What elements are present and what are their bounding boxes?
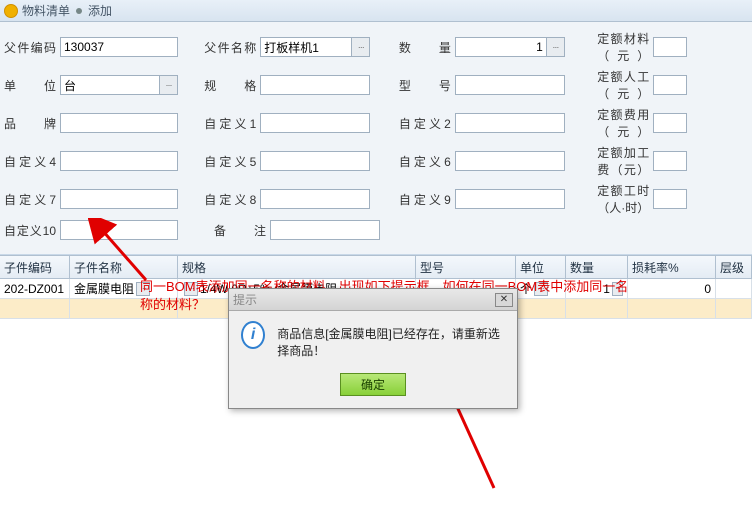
form-area: 父件编码 父件名称 ··· 数 量 ··· 定额材料（元） 单 位 ··· 规 格 型… xyxy=(0,22,752,255)
lbl-c10: 自定义10 xyxy=(4,222,60,239)
info-icon: i xyxy=(241,321,265,349)
app-icon xyxy=(4,4,18,18)
dialog-message: 商品信息[金属膜电阻]已经存在，请重新选择商品！ xyxy=(277,321,505,359)
title-text: 物料清单 xyxy=(22,2,70,19)
th-qty: 数量 xyxy=(566,256,628,278)
std-proc-input[interactable] xyxy=(653,151,687,171)
c5-input[interactable] xyxy=(260,151,370,171)
dialog: 提示 ✕ i 商品信息[金属膜电阻]已经存在，请重新选择商品！ 确定 xyxy=(228,288,518,409)
remark-input[interactable] xyxy=(270,220,380,240)
lbl-c5: 自定义5 xyxy=(204,153,260,170)
c1-input[interactable] xyxy=(260,113,370,133)
lbl-c4: 自定义4 xyxy=(4,153,60,170)
lbl-model: 型 号 xyxy=(399,77,455,94)
title-mode: 添加 xyxy=(88,2,112,19)
lbl-c7: 自定义7 xyxy=(4,191,60,208)
c2-input[interactable] xyxy=(455,113,565,133)
dialog-close-button[interactable]: ✕ xyxy=(495,293,513,307)
cell-level[interactable] xyxy=(716,279,752,298)
dialog-ok-button[interactable]: 确定 xyxy=(340,373,406,396)
cell-code[interactable]: 202-DZ001 xyxy=(0,279,70,298)
lbl-std-hours: 定额工时（人·时） xyxy=(597,182,653,216)
std-hours-input[interactable] xyxy=(653,189,687,209)
lbl-c8: 自定义8 xyxy=(204,191,260,208)
c9-input[interactable] xyxy=(455,189,565,209)
th-model: 型号 xyxy=(416,256,516,278)
th-spec: 规格 xyxy=(178,256,416,278)
c4-input[interactable] xyxy=(60,151,178,171)
th-rate: 损耗率% xyxy=(628,256,716,278)
lbl-c6: 自定义6 xyxy=(399,153,455,170)
close-icon: ✕ xyxy=(500,294,508,305)
parent-code-input[interactable] xyxy=(60,37,178,57)
lbl-brand: 品牌 xyxy=(4,115,60,132)
spec-input[interactable] xyxy=(260,75,370,95)
dialog-titlebar: 提示 ✕ xyxy=(229,289,517,311)
c8-input[interactable] xyxy=(260,189,370,209)
lbl-qty: 数 量 xyxy=(399,39,455,56)
lbl-c2: 自定义2 xyxy=(399,115,455,132)
lbl-parent-name: 父件名称 xyxy=(204,39,260,56)
c10-input[interactable] xyxy=(60,220,178,240)
lbl-std-material: 定额材料（元） xyxy=(597,30,653,64)
lbl-c9: 自定义9 xyxy=(399,191,455,208)
std-material-input[interactable] xyxy=(653,37,687,57)
th-unit: 单位 xyxy=(516,256,566,278)
title-separator-dot xyxy=(76,8,82,14)
brand-input[interactable] xyxy=(60,113,178,133)
lbl-c1: 自定义1 xyxy=(204,115,260,132)
th-level: 层级 xyxy=(716,256,752,278)
parent-name-input[interactable] xyxy=(260,37,352,57)
th-name: 子件名称 xyxy=(70,256,178,278)
table-header: 子件编码 子件名称 规格 型号 单位 数量 损耗率% 层级 xyxy=(0,256,752,279)
qty-picker[interactable]: ··· xyxy=(547,37,565,57)
lbl-spec: 规 格 xyxy=(204,77,260,94)
std-labor-input[interactable] xyxy=(653,75,687,95)
model-input[interactable] xyxy=(455,75,565,95)
lbl-std-labor: 定额人工（元） xyxy=(597,68,653,102)
titlebar: 物料清单 添加 xyxy=(0,0,752,22)
dialog-title-text: 提示 xyxy=(233,291,257,308)
lbl-parent-code: 父件编码 xyxy=(4,39,60,56)
std-fee-input[interactable] xyxy=(653,113,687,133)
lbl-std-proc: 定额加工费（元） xyxy=(597,144,653,178)
unit-input[interactable] xyxy=(60,75,160,95)
lbl-std-fee: 定额费用（元） xyxy=(597,106,653,140)
parent-name-picker[interactable]: ··· xyxy=(352,37,370,57)
c7-input[interactable] xyxy=(60,189,178,209)
unit-picker[interactable]: ··· xyxy=(160,75,178,95)
cell-rate[interactable]: 0 xyxy=(628,279,716,298)
th-code: 子件编码 xyxy=(0,256,70,278)
c6-input[interactable] xyxy=(455,151,565,171)
lbl-remark: 备 注 xyxy=(214,222,270,239)
qty-input[interactable] xyxy=(455,37,547,57)
lbl-unit: 单 位 xyxy=(4,77,60,94)
